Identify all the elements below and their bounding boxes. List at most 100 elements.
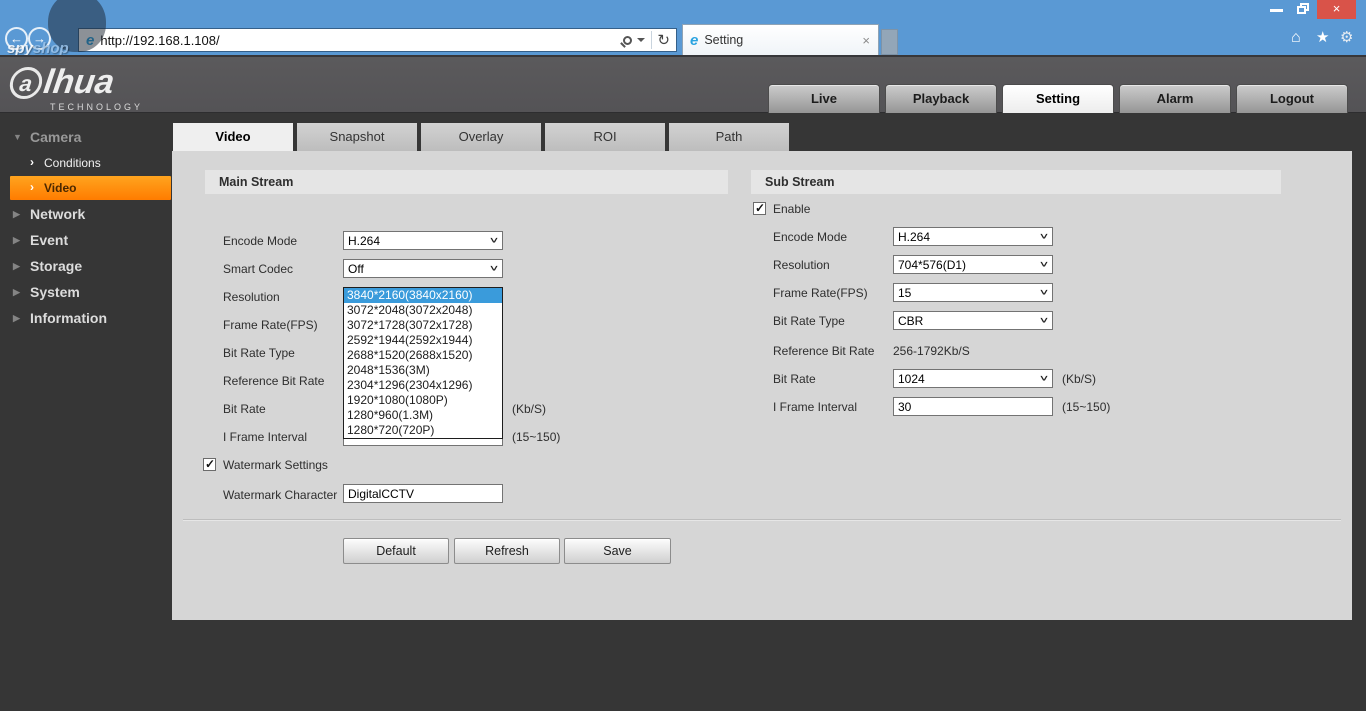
field-label: Reference Bit Rate [773, 344, 875, 358]
sub-stream-enable-label: Enable [773, 202, 811, 216]
chevron-right-icon: › [30, 180, 34, 194]
favorites-star-icon[interactable]: ★ [1316, 29, 1329, 46]
sidebar-item-camera[interactable]: ▼ Camera [0, 128, 172, 150]
sub-frame-rate-select[interactable]: 15 ∨ [893, 283, 1053, 302]
sidebar-item-video[interactable]: › Video [10, 176, 171, 200]
resolution-dropdown-list: 3840*2160(3840x2160) 3072*2048(3072x2048… [343, 287, 503, 439]
tab-path[interactable]: Path [669, 123, 789, 151]
field-label: Encode Mode [773, 230, 848, 244]
chevron-collapsed-icon: ▶ [13, 261, 20, 271]
chevron-down-icon: ∨ [1038, 316, 1050, 325]
logo-a-icon: a [7, 66, 45, 99]
field-label: I Frame Interval [773, 400, 858, 414]
chevron-collapsed-icon: ▶ [13, 287, 20, 297]
new-tab-button[interactable] [881, 29, 898, 55]
tab-title: Setting [704, 33, 744, 47]
sidebar-item-information[interactable]: ▶ Information [0, 309, 172, 331]
sidebar-item-network[interactable]: ▶ Network [0, 205, 172, 227]
sub-resolution-select[interactable]: 704*576(D1) ∨ [893, 255, 1053, 274]
dropdown-option[interactable]: 2592*1944(2592x1944) [344, 333, 502, 348]
tab-overlay[interactable]: Overlay [421, 123, 541, 151]
chevron-down-icon: ∨ [1038, 232, 1050, 241]
dropdown-option[interactable]: 1280*720(720P) [344, 423, 502, 438]
sub-stream-enable-checkbox[interactable] [753, 201, 766, 215]
refresh-icon[interactable]: ↻ [657, 33, 670, 48]
field-label: Encode Mode [223, 234, 298, 248]
field-label: Reference Bit Rate [223, 374, 325, 388]
sidebar-item-storage[interactable]: ▶ Storage [0, 257, 172, 279]
watermark-character-input[interactable] [343, 484, 503, 503]
chevron-down-icon: ∨ [1038, 260, 1050, 269]
search-icon[interactable] [623, 35, 633, 45]
nav-setting-button[interactable]: Setting [1002, 84, 1114, 113]
sidebar-item-system[interactable]: ▶ System [0, 283, 172, 305]
sub-reference-bit-rate-value: 256-1792Kb/S [893, 344, 970, 358]
field-label: Bit Rate [223, 402, 266, 416]
address-bar-separator [651, 31, 653, 49]
nav-alarm-button[interactable]: Alarm [1119, 84, 1231, 113]
dropdown-option[interactable]: 2304*1296(2304x1296) [344, 378, 502, 393]
home-icon[interactable]: ⌂ [1291, 29, 1301, 46]
app-header: a lhua TECHNOLOGY Live Playback Setting … [0, 55, 1366, 113]
watermark-settings-checkbox[interactable] [203, 457, 216, 471]
save-button[interactable]: Save [564, 538, 671, 564]
dropdown-option[interactable]: 3072*1728(3072x1728) [344, 318, 502, 333]
dahua-logo: a lhua TECHNOLOGY [7, 63, 143, 112]
sub-bit-rate-unit: (Kb/S) [1062, 372, 1097, 386]
dropdown-option[interactable]: 3840*2160(3840x2160) [344, 288, 502, 303]
back-button[interactable]: ← [5, 27, 28, 50]
forward-arrow-icon: → [33, 31, 46, 46]
dropdown-option[interactable]: 3072*2048(3072x2048) [344, 303, 502, 318]
nav-logout-button[interactable]: Logout [1236, 84, 1348, 113]
chevron-collapsed-icon: ▶ [13, 313, 20, 323]
field-label: Resolution [223, 290, 280, 304]
tab-roi[interactable]: ROI [545, 123, 665, 151]
tools-gear-icon[interactable]: ⚙ [1340, 29, 1353, 46]
field-label: Bit Rate Type [223, 346, 295, 360]
watermark-settings-label: Watermark Settings [223, 458, 328, 472]
tab-video[interactable]: Video [173, 123, 293, 151]
sub-encode-mode-select[interactable]: H.264 ∨ [893, 227, 1053, 246]
smart-codec-select[interactable]: Off ∨ [343, 259, 503, 278]
tab-snapshot[interactable]: Snapshot [297, 123, 417, 151]
sub-i-frame-interval-input[interactable] [893, 397, 1053, 416]
sidebar-item-conditions[interactable]: › Conditions [0, 153, 172, 175]
chevron-down-icon: ∨ [1038, 288, 1050, 297]
chevron-right-icon: › [30, 155, 34, 169]
field-label: Frame Rate(FPS) [223, 318, 318, 332]
default-button[interactable]: Default [343, 538, 449, 564]
nav-playback-button[interactable]: Playback [885, 84, 997, 113]
sub-bit-rate-select[interactable]: 1024 ∨ [893, 369, 1053, 388]
url-text[interactable]: http://192.168.1.108/ [100, 33, 623, 48]
refresh-button[interactable]: Refresh [454, 538, 560, 564]
minimize-icon[interactable] [1270, 9, 1283, 12]
close-icon[interactable]: × [1317, 0, 1356, 19]
back-arrow-icon: ← [10, 31, 23, 46]
dropdown-option[interactable]: 1280*960(1.3M) [344, 408, 502, 423]
tab-favicon-ie-icon: e [690, 31, 699, 49]
chevron-down-icon: ∨ [488, 236, 500, 245]
address-bar[interactable]: e http://192.168.1.108/ ↻ [78, 28, 677, 52]
sidebar-item-event[interactable]: ▶ Event [0, 231, 172, 253]
dropdown-option[interactable]: 1920*1080(1080P) [344, 393, 502, 408]
dropdown-option[interactable]: 2688*1520(2688x1520) [344, 348, 502, 363]
browser-chrome: × ← → e http://192.168.1.108/ ↻ e Settin… [0, 0, 1366, 57]
sub-i-frame-interval-range: (15~150) [1062, 400, 1111, 414]
dropdown-option[interactable]: 2048*1536(3M) [344, 363, 502, 378]
nav-live-button[interactable]: Live [768, 84, 880, 113]
section-divider [183, 519, 1341, 521]
browser-tab-setting[interactable]: e Setting × [682, 24, 879, 55]
restore-icon[interactable] [1297, 3, 1309, 14]
chevron-collapsed-icon: ▶ [13, 235, 20, 245]
chevron-down-icon: ∨ [1038, 374, 1050, 383]
watermark-character-label: Watermark Character [223, 488, 338, 502]
sub-stream-header: Sub Stream [751, 170, 1281, 194]
encode-mode-select[interactable]: H.264 ∨ [343, 231, 503, 250]
tab-close-icon[interactable]: × [862, 33, 870, 48]
field-label: Resolution [773, 258, 830, 272]
main-stream-header: Main Stream [205, 170, 728, 194]
forward-button[interactable]: → [28, 27, 51, 50]
i-frame-interval-range: (15~150) [512, 430, 561, 444]
sub-bit-rate-type-select[interactable]: CBR ∨ [893, 311, 1053, 330]
search-dropdown-icon[interactable] [637, 38, 646, 42]
